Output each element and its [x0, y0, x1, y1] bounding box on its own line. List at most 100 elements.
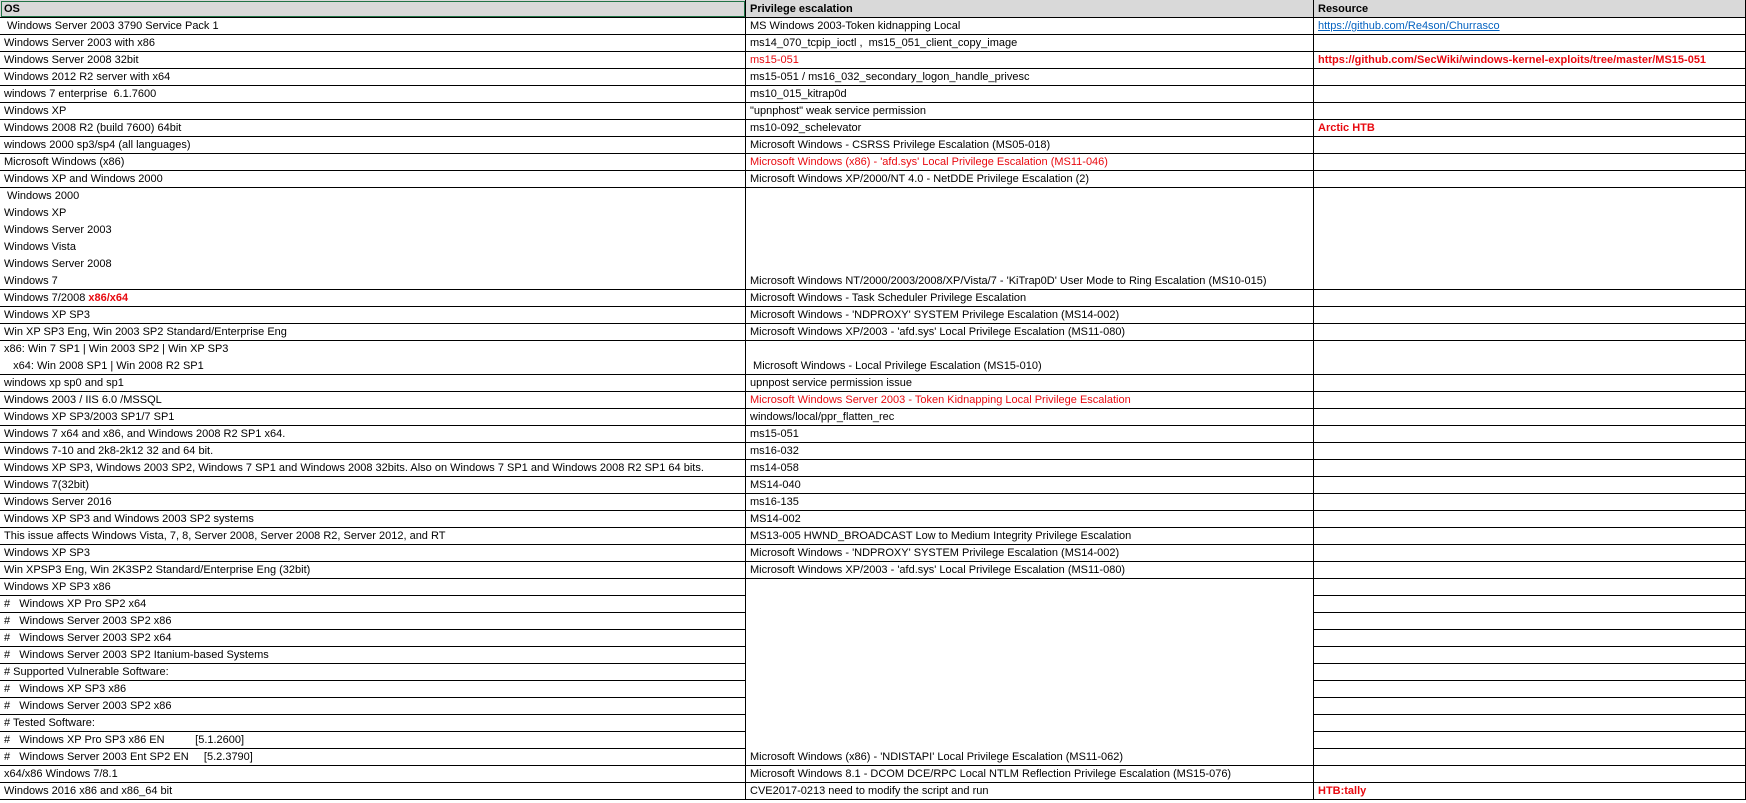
privilege-cell[interactable]: Microsoft Windows - Task Scheduler Privi… [746, 290, 1314, 307]
privilege-text: Microsoft Windows - Task Scheduler Privi… [750, 292, 1027, 304]
os-cell[interactable]: Win XP SP3 Eng, Win 2003 SP2 Standard/En… [0, 324, 746, 341]
os-cell[interactable]: Windows Server 2008 32bit [0, 52, 746, 69]
privilege-cell[interactable]: Microsoft Windows Server 2003 - Token Ki… [746, 392, 1314, 409]
resource-cell[interactable]: Arctic HTB [1314, 120, 1746, 137]
os-cell[interactable]: # Windows Server 2003 Ent SP2 EN [5.2.37… [0, 749, 746, 766]
privilege-cell[interactable]: Microsoft Windows - CSRSS Privilege Esca… [746, 137, 1314, 154]
os-cell[interactable]: Windows 2016 x86 and x86_64 bit [0, 783, 746, 800]
table-row: Windows XP SP3 Microsoft Windows - 'NDPRO… [0, 307, 1746, 324]
table-row: Windows 2016 x86 and x86_64 bit CVE2017-0… [0, 783, 1746, 800]
os-cell[interactable]: This issue affects Windows Vista, 7, 8, … [0, 528, 746, 545]
privilege-cell[interactable]: ms15-051 [746, 426, 1314, 443]
privilege-cell[interactable]: ms14-058 [746, 460, 1314, 477]
os-cell[interactable]: Windows Server 2016 [0, 494, 746, 511]
os-cell[interactable]: Windows 7(32bit) [0, 477, 746, 494]
privilege-text: Microsoft Windows - CSRSS Privilege Esca… [750, 139, 1051, 151]
os-cell[interactable]: # Tested Software: [0, 715, 746, 732]
os-cell[interactable]: x86: Win 7 SP1 | Win 2003 SP2 | Win XP S… [0, 341, 746, 375]
privilege-cell[interactable]: ms10_015_kitrap0d [746, 86, 1314, 103]
os-cell[interactable]: Windows XP SP3, Windows 2003 SP2, Window… [0, 460, 746, 477]
os-cell[interactable]: Windows XP SP3 x86 [0, 579, 746, 596]
os-text: Windows XP SP3 and Windows 2003 SP2 syst… [4, 513, 254, 525]
os-cell[interactable]: Windows XP SP3 [0, 545, 746, 562]
privilege-cell[interactable]: Microsoft Windows XP/2000/NT 4.0 - NetDD… [746, 171, 1314, 188]
os-cell[interactable]: # Windows XP Pro SP3 x86 EN [5.1.2600] [0, 732, 746, 749]
resource-link[interactable]: https://github.com/Re4son/Churrasco [1318, 18, 1500, 34]
os-text: # Windows Server 2003 SP2 x86 [4, 615, 172, 627]
os-cell[interactable]: Windows 2008 R2 (build 7600) 64bit [0, 120, 746, 137]
header-privilege-escalation[interactable]: Privilege escalation [746, 0, 1314, 18]
privilege-text: ms14-058 [750, 462, 799, 474]
table-row: Windows Server 2003 with x86 ms14_070_tcp… [0, 35, 1746, 52]
resource-cell [1314, 613, 1746, 630]
privilege-cell[interactable]: Microsoft Windows - Local Privilege Esca… [746, 341, 1314, 375]
os-cell[interactable]: # Windows Server 2003 SP2 x64 [0, 630, 746, 647]
os-cell[interactable]: # Windows XP SP3 x86 [0, 681, 746, 698]
os-cell[interactable]: windows xp sp0 and sp1 [0, 375, 746, 392]
privilege-cell[interactable]: Microsoft Windows (x86) - 'afd.sys' Loca… [746, 154, 1314, 171]
privilege-cell[interactable]: upnpost service permission issue [746, 375, 1314, 392]
os-cell[interactable]: Windows 7-10 and 2k8-2k12 32 and 64 bit. [0, 443, 746, 460]
os-text: Windows 2012 R2 server with x64 [4, 71, 171, 83]
header-os[interactable]: OS [0, 0, 746, 18]
privilege-cell[interactable]: Microsoft Windows XP/2003 - 'afd.sys' Lo… [746, 562, 1314, 579]
resource-cell[interactable]: https://github.com/SecWiki/windows-kerne… [1314, 52, 1746, 69]
privilege-cell[interactable]: Microsoft Windows - 'NDPROXY' SYSTEM Pri… [746, 307, 1314, 324]
os-text: Microsoft Windows (x86) [4, 156, 125, 168]
os-cell[interactable]: Microsoft Windows (x86) [0, 154, 746, 171]
header-resource[interactable]: Resource [1314, 0, 1746, 18]
resource-cell [1314, 307, 1746, 324]
privilege-cell[interactable]: Microsoft Windows NT/2000/2003/2008/XP/V… [746, 188, 1314, 290]
os-cell[interactable]: # Windows Server 2003 SP2 x86 [0, 613, 746, 630]
os-cell[interactable]: Windows 2000 Windows XP Windows Server 200… [0, 188, 746, 290]
privilege-text: Microsoft Windows - 'NDPROXY' SYSTEM Pri… [750, 309, 1120, 321]
privilege-cell[interactable]: Microsoft Windows - 'NDPROXY' SYSTEM Pri… [746, 545, 1314, 562]
os-text: Windows 7(32bit) [4, 479, 89, 491]
table-row: # Windows Server 2003 SP2 x64 [0, 630, 1746, 647]
os-cell[interactable]: Windows XP and Windows 2000 [0, 171, 746, 188]
privilege-cell[interactable]: "upnphost" weak service permission [746, 103, 1314, 120]
privilege-cell[interactable]: ms16-032 [746, 443, 1314, 460]
privilege-cell[interactable]: ms15-051 / ms16_032_secondary_logon_hand… [746, 69, 1314, 86]
privilege-cell[interactable]: Microsoft Windows 8.1 - DCOM DCE/RPC Loc… [746, 766, 1314, 783]
os-cell[interactable]: Windows 2012 R2 server with x64 [0, 69, 746, 86]
os-cell[interactable]: Windows XP [0, 103, 746, 120]
privilege-cell[interactable]: MS14-040 [746, 477, 1314, 494]
os-cell[interactable]: Windows Server 2003 with x86 [0, 35, 746, 52]
privilege-cell[interactable]: windows/local/ppr_flatten_rec [746, 409, 1314, 426]
privilege-text: ms10_015_kitrap0d [750, 88, 847, 100]
resource-cell [1314, 154, 1746, 171]
os-cell[interactable]: Win XPSP3 Eng, Win 2K3SP2 Standard/Enter… [0, 562, 746, 579]
privilege-cell[interactable]: CVE2017-0213 need to modify the script a… [746, 783, 1314, 800]
os-text: Windows XP [4, 207, 67, 219]
os-cell[interactable]: Windows 7/2008 x86/x64 [0, 290, 746, 307]
os-cell[interactable]: # Supported Vulnerable Software: [0, 664, 746, 681]
os-cell[interactable]: # Windows XP Pro SP2 x64 [0, 596, 746, 613]
resource-cell[interactable]: HTB:tally [1314, 783, 1746, 800]
os-cell[interactable]: windows 7 enterprise 6.1.7600 [0, 86, 746, 103]
privilege-cell[interactable]: ms14_070_tcpip_ioctl , ms15_051_client_c… [746, 35, 1314, 52]
privilege-cell[interactable]: ms16-135 [746, 494, 1314, 511]
table-row: Windows Server 2003 3790 Service Pack 1 M… [0, 18, 1746, 35]
os-cell[interactable]: x64/x86 Windows 7/8.1 [0, 766, 746, 783]
os-cell[interactable]: Windows 7 x64 and x86, and Windows 2008 … [0, 426, 746, 443]
os-cell[interactable]: Windows XP SP3 [0, 307, 746, 324]
privilege-cell[interactable]: Microsoft Windows XP/2003 - 'afd.sys' Lo… [746, 324, 1314, 341]
privilege-cell[interactable]: MS14-002 [746, 511, 1314, 528]
os-cell[interactable]: Windows XP SP3 and Windows 2003 SP2 syst… [0, 511, 746, 528]
resource-cell [1314, 103, 1746, 120]
resource-cell[interactable]: https://github.com/Re4son/Churrasco [1314, 18, 1746, 35]
os-cell[interactable]: # Windows Server 2003 SP2 x86 [0, 698, 746, 715]
privilege-cell[interactable]: ms15-051 [746, 52, 1314, 69]
privilege-cell[interactable]: ms10-092_schelevator [746, 120, 1314, 137]
os-cell[interactable]: Windows XP SP3/2003 SP1/7 SP1 [0, 409, 746, 426]
privilege-cell[interactable]: MS13-005 HWND_BROADCAST Low to Medium In… [746, 528, 1314, 545]
os-cell[interactable]: # Windows Server 2003 SP2 Itanium-based … [0, 647, 746, 664]
os-cell[interactable]: Windows Server 2003 3790 Service Pack 1 [0, 18, 746, 35]
resource-cell [1314, 443, 1746, 460]
os-cell[interactable]: windows 2000 sp3/sp4 (all languages) [0, 137, 746, 154]
privilege-text: Microsoft Windows Server 2003 - Token Ki… [750, 394, 1131, 406]
privilege-cell[interactable]: MS Windows 2003-Token kidnapping Local [746, 18, 1314, 35]
resource-cell [1314, 562, 1746, 579]
os-cell[interactable]: Windows 2003 / IIS 6.0 /MSSQL [0, 392, 746, 409]
